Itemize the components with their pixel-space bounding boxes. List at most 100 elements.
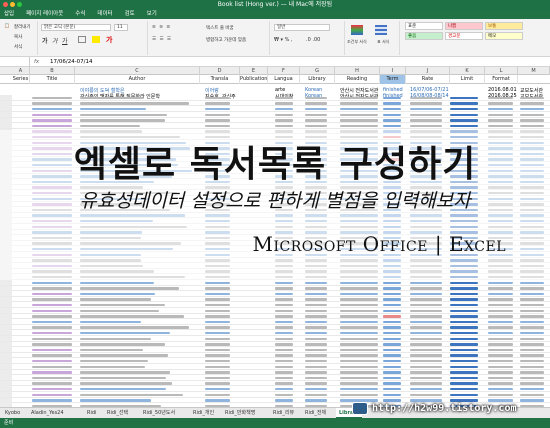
font-name-select[interactable]: 맑은 고딕 (본문) xyxy=(41,24,111,31)
row-number[interactable] xyxy=(0,313,12,319)
cell-content xyxy=(205,292,230,296)
cell-content xyxy=(205,107,230,111)
paste-icon[interactable]: 📋 xyxy=(4,24,10,29)
column-header-k[interactable]: K xyxy=(450,67,485,75)
column-header-j[interactable]: J xyxy=(406,67,450,75)
cell-content xyxy=(275,298,293,301)
row-number[interactable] xyxy=(0,352,12,358)
cut-button[interactable]: 잘라내기 xyxy=(14,24,31,30)
table-format-button[interactable]: 표 서식 xyxy=(377,39,389,45)
font-color-icon[interactable]: 가 xyxy=(106,35,112,45)
row-number[interactable] xyxy=(0,347,12,353)
copy-button[interactable]: 복사 xyxy=(14,34,22,40)
column-header-f[interactable]: F xyxy=(268,67,300,75)
cell-content xyxy=(275,96,293,100)
border-icon[interactable] xyxy=(78,36,86,43)
row-number[interactable] xyxy=(0,369,12,375)
field-reading[interactable]: Reading xyxy=(335,75,380,84)
column-header-a[interactable]: A xyxy=(12,67,30,75)
row-number[interactable] xyxy=(0,341,12,347)
row-number[interactable] xyxy=(0,330,12,336)
field-transla[interactable]: Transla xyxy=(200,75,240,84)
row-number[interactable] xyxy=(0,392,12,397)
style-neutral[interactable]: 보통 xyxy=(485,22,523,30)
row-number[interactable] xyxy=(0,291,12,297)
style-normal[interactable]: 표준 xyxy=(405,22,443,30)
row-number[interactable] xyxy=(0,302,12,308)
font-size-select[interactable]: 11 xyxy=(114,24,128,31)
underline-icon[interactable]: 가 xyxy=(62,36,68,45)
field-title[interactable]: Title xyxy=(30,75,75,84)
align-top-icon[interactable]: ≡ ≡ ≡ xyxy=(152,25,171,30)
format-painter-button[interactable]: 서식 xyxy=(14,44,22,50)
column-header-e[interactable]: E xyxy=(240,67,268,75)
field-author[interactable]: Author xyxy=(75,75,200,84)
row-number[interactable] xyxy=(0,95,12,101)
wrap-text-button[interactable]: 텍스트 줄 바꿈 xyxy=(206,25,234,31)
cell-content xyxy=(275,102,293,105)
row-number[interactable] xyxy=(0,106,12,112)
menu-page-layout[interactable]: 페이지 레이아웃 xyxy=(26,10,63,19)
conditional-format-icon[interactable] xyxy=(351,25,363,35)
row-number[interactable] xyxy=(0,280,12,285)
bold-icon[interactable]: 가 xyxy=(42,36,48,45)
menu-data[interactable]: 데이터 xyxy=(97,10,112,19)
column-header-g[interactable]: G xyxy=(300,67,335,75)
row-number[interactable] xyxy=(0,336,12,341)
row-number[interactable] xyxy=(0,380,12,386)
row-number[interactable] xyxy=(0,386,12,392)
field-series[interactable]: Series xyxy=(12,75,30,84)
row-number[interactable] xyxy=(0,100,12,106)
field-format[interactable]: Format xyxy=(485,75,518,84)
row-number[interactable] xyxy=(0,358,12,364)
menu-insert[interactable]: 삽입 xyxy=(4,10,14,19)
menu-formulas[interactable]: 수식 xyxy=(75,10,85,19)
conditional-format-button[interactable]: 조건부 서식 xyxy=(347,39,367,45)
field-rate[interactable]: Rate xyxy=(406,75,450,84)
style-note[interactable]: 메모 xyxy=(485,32,523,40)
field-limit[interactable]: Limit xyxy=(450,75,485,84)
style-bad[interactable]: 나쁨 xyxy=(445,22,483,30)
italic-icon[interactable]: 가 xyxy=(52,36,58,45)
field-header-row: Series Title Author Transla Publication Langu… xyxy=(0,75,550,84)
cell-content xyxy=(520,303,544,307)
field-langua[interactable]: Langua xyxy=(268,75,300,84)
column-header-c[interactable]: C xyxy=(75,67,200,75)
menu-view[interactable]: 보기 xyxy=(147,10,157,19)
decimal-icon[interactable]: .0 .00 xyxy=(306,37,320,43)
column-header-b[interactable]: B xyxy=(30,67,75,75)
column-header-i[interactable]: I xyxy=(380,67,406,75)
style-warning[interactable]: 경고문 xyxy=(445,32,483,40)
column-header-m[interactable]: M xyxy=(518,67,550,75)
column-header-l[interactable]: L xyxy=(485,67,518,75)
column-header-d[interactable]: D xyxy=(200,67,240,75)
currency-icon[interactable]: ₩ ▾ % , xyxy=(274,37,293,43)
column-header-h[interactable]: H xyxy=(335,67,380,75)
number-format-select[interactable]: 일반 xyxy=(274,24,330,31)
cell-content xyxy=(488,96,513,100)
field-publication[interactable]: Publication xyxy=(240,75,268,84)
field-library[interactable]: Library xyxy=(300,75,335,84)
merge-center-button[interactable]: 병합하고 가운데 맞춤 xyxy=(206,37,246,43)
row-number[interactable] xyxy=(0,296,12,302)
align-left-icon[interactable]: ☰ ☰ ☰ xyxy=(152,37,172,42)
cell-content xyxy=(488,376,513,380)
row-number[interactable] xyxy=(0,375,12,381)
style-good[interactable]: 좋음 xyxy=(405,32,443,40)
row-number[interactable] xyxy=(0,319,12,325)
fill-color-icon[interactable] xyxy=(92,36,100,43)
row-number[interactable] xyxy=(0,112,12,117)
field-term[interactable]: Term xyxy=(380,75,406,84)
row-number[interactable] xyxy=(0,123,12,129)
menu-review[interactable]: 검토 xyxy=(125,10,135,19)
formula-input[interactable]: 17/06/24-07/14 xyxy=(50,57,93,67)
row-number[interactable] xyxy=(0,285,12,291)
row-number[interactable] xyxy=(0,364,12,369)
name-box[interactable] xyxy=(4,57,30,67)
row-number[interactable] xyxy=(0,324,12,330)
row-number[interactable] xyxy=(0,117,12,123)
table-format-icon[interactable] xyxy=(375,25,387,35)
row-number[interactable] xyxy=(0,308,12,313)
row-number[interactable] xyxy=(0,397,12,403)
cell-content xyxy=(340,376,378,380)
